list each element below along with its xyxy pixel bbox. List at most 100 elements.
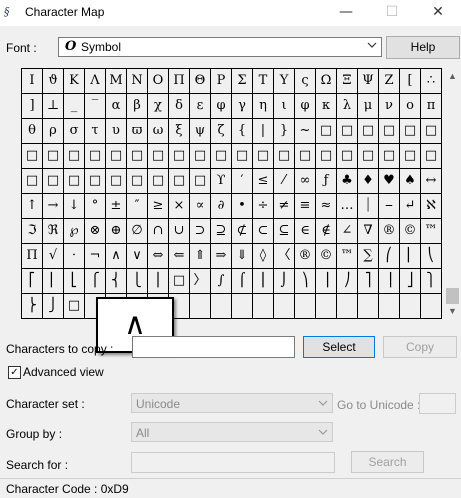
- character-cell[interactable]: ⁄: [274, 169, 295, 194]
- character-cell[interactable]: ε: [190, 94, 211, 119]
- character-cell[interactable]: □: [274, 144, 295, 169]
- character-cell[interactable]: ⊂: [253, 219, 274, 244]
- character-cell[interactable]: ω: [148, 119, 169, 144]
- character-cell[interactable]: σ: [64, 119, 85, 144]
- character-cell[interactable]: τ: [85, 119, 106, 144]
- character-cell[interactable]: β: [127, 94, 148, 119]
- character-cell[interactable]: ⎟: [316, 269, 337, 294]
- character-cell[interactable]: ⎢: [43, 269, 64, 294]
- character-cell[interactable]: ⎯: [379, 194, 400, 219]
- character-cell[interactable]: □: [127, 169, 148, 194]
- character-cell[interactable]: ≥: [148, 194, 169, 219]
- character-cell[interactable]: 〉: [190, 269, 211, 294]
- character-cell[interactable]: ∞: [295, 169, 316, 194]
- character-cell[interactable]: ∧: [106, 244, 127, 269]
- character-cell[interactable]: □: [190, 144, 211, 169]
- character-cell[interactable]: ≠: [274, 194, 295, 219]
- character-cell[interactable]: _: [64, 94, 85, 119]
- character-cell[interactable]: □: [64, 294, 85, 319]
- character-cell[interactable]: ™: [421, 219, 442, 244]
- character-cell[interactable]: ©: [400, 219, 421, 244]
- character-cell[interactable]: λ: [337, 94, 358, 119]
- character-cell[interactable]: □: [148, 144, 169, 169]
- character-cell[interactable]: ℜ: [43, 219, 64, 244]
- character-cell[interactable]: □: [337, 119, 358, 144]
- character-cell[interactable]: ο: [400, 94, 421, 119]
- character-cell[interactable]: ⎨: [106, 269, 127, 294]
- character-cell[interactable]: ®: [379, 219, 400, 244]
- character-cell[interactable]: ♥: [379, 169, 400, 194]
- character-cell[interactable]: ″: [127, 194, 148, 219]
- character-cell[interactable]: [232, 294, 253, 319]
- character-cell[interactable]: Ξ: [337, 69, 358, 94]
- character-cell[interactable]: ⎛: [379, 244, 400, 269]
- character-cell[interactable]: π: [421, 94, 442, 119]
- character-cell[interactable]: ⊗: [85, 219, 106, 244]
- character-cell[interactable]: ℑ: [22, 219, 43, 244]
- character-cell[interactable]: ∅: [127, 219, 148, 244]
- character-cell[interactable]: □: [85, 144, 106, 169]
- character-cell[interactable]: □: [337, 144, 358, 169]
- character-cell[interactable]: ν: [379, 94, 400, 119]
- character-cell[interactable]: ⇒: [211, 244, 232, 269]
- character-cell[interactable]: •: [232, 194, 253, 219]
- character-cell[interactable]: ≡: [295, 194, 316, 219]
- character-cell[interactable]: ϑ: [43, 69, 64, 94]
- character-cell[interactable]: ∈: [295, 219, 316, 244]
- character-cell[interactable]: ‾: [85, 94, 106, 119]
- character-cell[interactable]: Ψ: [358, 69, 379, 94]
- character-cell[interactable]: ♣: [337, 169, 358, 194]
- character-cell[interactable]: ⇑: [190, 244, 211, 269]
- character-cell[interactable]: □: [85, 169, 106, 194]
- character-cell[interactable]: ℘: [64, 219, 85, 244]
- character-cell[interactable]: ⋅: [64, 244, 85, 269]
- character-cell[interactable]: ∉: [316, 219, 337, 244]
- character-cell[interactable]: 〈: [274, 244, 295, 269]
- character-cell[interactable]: ƒ: [316, 169, 337, 194]
- scroll-down-arrow-icon[interactable]: ▼: [444, 303, 461, 320]
- character-cell[interactable]: ×: [169, 194, 190, 219]
- character-cell[interactable]: □: [22, 144, 43, 169]
- character-cell[interactable]: ∇: [358, 219, 379, 244]
- character-cell[interactable]: [211, 294, 232, 319]
- character-cell[interactable]: φ: [211, 94, 232, 119]
- character-cell[interactable]: ♠: [400, 169, 421, 194]
- character-cell[interactable]: □: [169, 269, 190, 294]
- character-cell[interactable]: }: [274, 119, 295, 144]
- character-cell[interactable]: ∨: [127, 244, 148, 269]
- character-cell[interactable]: T: [253, 69, 274, 94]
- character-cell[interactable]: ι: [274, 94, 295, 119]
- character-cell[interactable]: χ: [148, 94, 169, 119]
- character-cell[interactable]: [379, 294, 400, 319]
- character-cell[interactable]: ↑: [22, 194, 43, 219]
- character-cell[interactable]: [253, 294, 274, 319]
- character-cell[interactable]: ⊥: [43, 94, 64, 119]
- character-cell[interactable]: ⎮: [253, 269, 274, 294]
- character-cell[interactable]: ∴: [421, 69, 442, 94]
- character-cell[interactable]: ∪: [169, 219, 190, 244]
- character-cell[interactable]: Π: [169, 69, 190, 94]
- character-cell[interactable]: [190, 294, 211, 319]
- character-cell[interactable]: □: [421, 119, 442, 144]
- character-cell[interactable]: φ: [295, 94, 316, 119]
- character-cell[interactable]: ©: [316, 244, 337, 269]
- character-cell[interactable]: |: [253, 119, 274, 144]
- character-cell[interactable]: [421, 294, 442, 319]
- character-cell[interactable]: ↓: [64, 194, 85, 219]
- characters-to-copy-input[interactable]: [132, 336, 295, 358]
- character-cell[interactable]: □: [106, 144, 127, 169]
- character-cell[interactable]: □: [379, 144, 400, 169]
- character-cell[interactable]: ξ: [169, 119, 190, 144]
- character-cell[interactable]: ∑: [358, 244, 379, 269]
- character-cell[interactable]: [316, 294, 337, 319]
- character-cell[interactable]: √: [43, 244, 64, 269]
- character-cell[interactable]: ⇔: [148, 244, 169, 269]
- character-cell[interactable]: Ω: [316, 69, 337, 94]
- character-cell[interactable]: ÷: [253, 194, 274, 219]
- character-cell[interactable]: [337, 294, 358, 319]
- character-cell[interactable]: ⌠: [232, 269, 253, 294]
- character-cell[interactable]: ς: [295, 69, 316, 94]
- character-cell[interactable]: ϒ: [211, 169, 232, 194]
- character-cell[interactable]: ⎣: [64, 269, 85, 294]
- character-cell[interactable]: ⎧: [85, 269, 106, 294]
